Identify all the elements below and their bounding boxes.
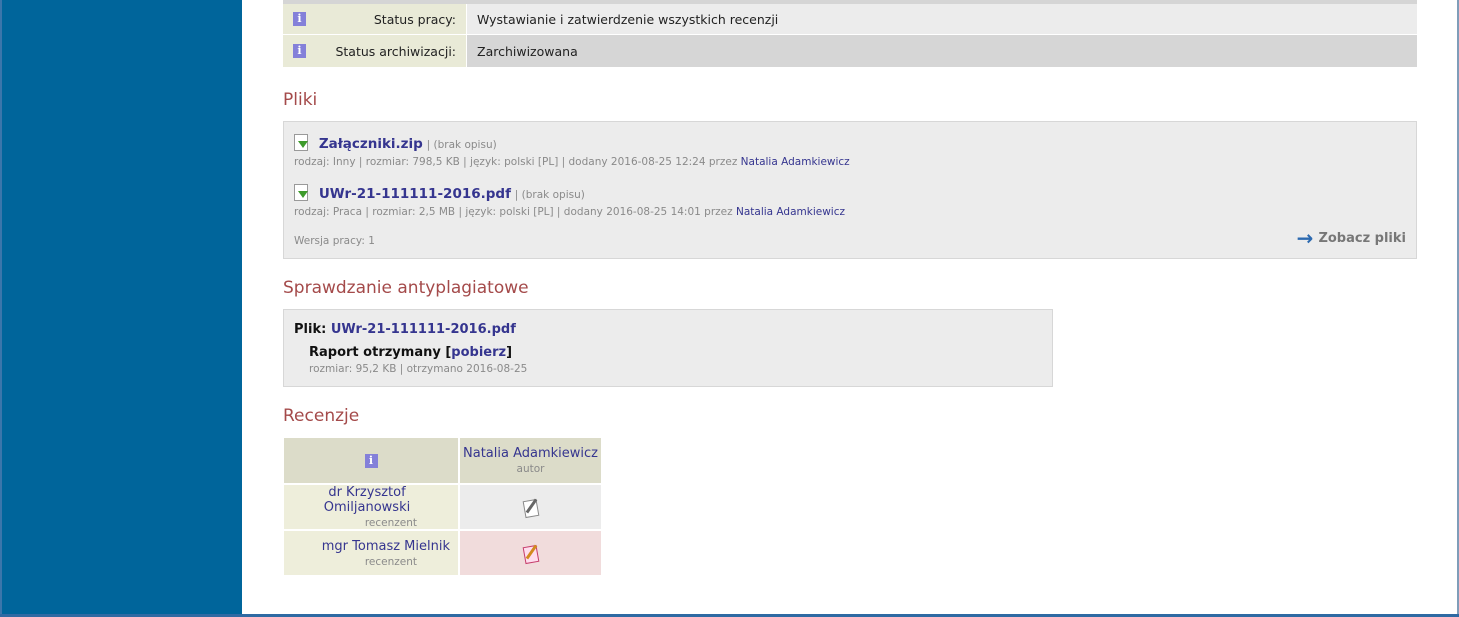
see-files-label: Zobacz pliki xyxy=(1318,230,1406,246)
file-author-link[interactable]: Natalia Adamkiewicz xyxy=(736,206,845,218)
info-label: Status pracy: xyxy=(373,11,456,27)
report-label: Raport otrzymany xyxy=(309,345,441,360)
table-row: dr Krzysztof Omiljanowski recenzent xyxy=(283,484,602,530)
plagiarism-box: Plik: UWr-21-111111-2016.pdf Raport otrz… xyxy=(283,309,1053,387)
review-icon[interactable] xyxy=(522,498,540,519)
author-link[interactable]: Natalia Adamkiewicz xyxy=(463,446,598,461)
download-report-link[interactable]: pobierz xyxy=(451,345,506,360)
see-files-button[interactable]: → Zobacz pliki xyxy=(1296,226,1406,250)
info-row-archive: i Status archiwizacji: Zarchiwizowana xyxy=(283,35,1417,68)
plagiarism-file-label: Plik: xyxy=(294,322,327,337)
info-icon[interactable]: i xyxy=(364,453,378,468)
file-meta: rodzaj: Praca | rozmiar: 2,5 MB | język:… xyxy=(294,206,733,218)
info-icon[interactable]: i xyxy=(293,44,306,58)
file-item: Załączniki.zip | (brak opisu) rodzaj: In… xyxy=(294,134,850,168)
file-meta: rodzaj: Inny | rozmiar: 798,5 KB | język… xyxy=(294,156,738,168)
reviewer-role: recenzent xyxy=(364,517,417,529)
review-pending-icon[interactable] xyxy=(522,544,540,565)
file-item: UWr-21-111111-2016.pdf | (brak opisu) ro… xyxy=(294,184,845,218)
info-value: Zarchiwizowana xyxy=(467,35,1417,67)
main-content: i Status pracy: Wystawianie i zatwierdze… xyxy=(242,0,1457,614)
file-download-icon[interactable] xyxy=(294,134,309,151)
plagiarism-heading: Sprawdzanie antyplagiatowe xyxy=(283,278,529,298)
file-description: | (brak opisu) xyxy=(514,189,585,201)
file-description: | (brak opisu) xyxy=(426,139,497,151)
reviewer-role: recenzent xyxy=(364,555,417,568)
plagiarism-file-link[interactable]: UWr-21-111111-2016.pdf xyxy=(331,322,516,337)
file-name-link[interactable]: Załączniki.zip xyxy=(319,136,423,152)
reviewer-link[interactable]: mgr Tomasz Mielnik xyxy=(322,539,450,554)
info-value: Wystawianie i zatwierdzenie wszystkich r… xyxy=(467,4,1417,34)
info-icon[interactable]: i xyxy=(293,12,306,26)
files-box: Załączniki.zip | (brak opisu) rodzaj: In… xyxy=(283,121,1417,259)
report-meta: rozmiar: 95,2 KB | otrzymano 2016-08-25 xyxy=(309,363,528,375)
reviewer-link[interactable]: dr Krzysztof Omiljanowski xyxy=(284,485,450,515)
sidebar xyxy=(0,0,242,617)
files-heading: Pliki xyxy=(283,90,318,110)
info-label: Status archiwizacji: xyxy=(335,43,456,59)
file-author-link[interactable]: Natalia Adamkiewicz xyxy=(741,156,850,168)
arrow-right-icon: → xyxy=(1296,226,1314,250)
info-row-status: i Status pracy: Wystawianie i zatwierdze… xyxy=(283,0,1417,35)
author-role: autor xyxy=(516,463,545,475)
table-row: i Natalia Adamkiewicz autor xyxy=(283,437,602,484)
reviews-heading: Recenzje xyxy=(283,406,360,426)
work-version: Wersja pracy: 1 xyxy=(294,235,375,247)
table-row: mgr Tomasz Mielnik recenzent xyxy=(283,530,602,576)
file-download-icon[interactable] xyxy=(294,184,309,201)
reviews-table: i Natalia Adamkiewicz autor dr Krzysztof… xyxy=(283,437,602,576)
file-name-link[interactable]: UWr-21-111111-2016.pdf xyxy=(319,186,511,202)
info-table: i Status pracy: Wystawianie i zatwierdze… xyxy=(283,0,1417,68)
